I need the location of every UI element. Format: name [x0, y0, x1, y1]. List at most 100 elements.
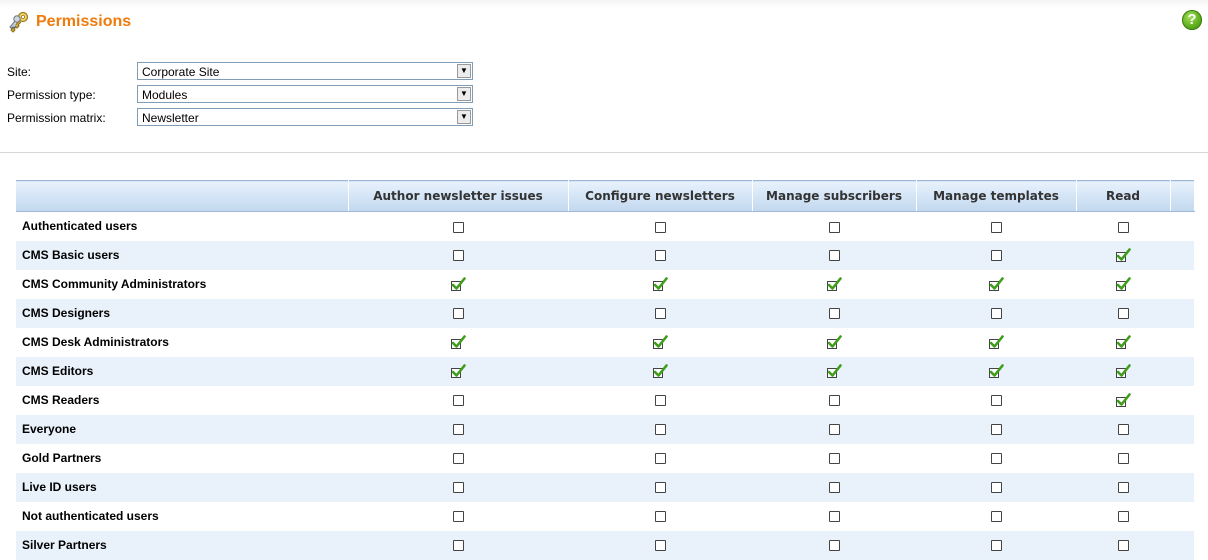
permission-cell: [752, 270, 916, 299]
unchecked-checkbox[interactable]: [1117, 424, 1129, 436]
checked-checkbox-icon[interactable]: [1115, 392, 1131, 408]
unchecked-checkbox[interactable]: [828, 540, 840, 552]
checked-checkbox-icon[interactable]: [652, 363, 668, 379]
permission-cell: [916, 444, 1076, 473]
role-name: CMS Editors: [16, 356, 348, 386]
unchecked-checkbox[interactable]: [990, 424, 1002, 436]
permission-cell: [1076, 328, 1170, 357]
unchecked-checkbox[interactable]: [828, 511, 840, 523]
checked-checkbox-icon[interactable]: [826, 334, 842, 350]
unchecked-checkbox[interactable]: [654, 424, 666, 436]
checked-checkbox-icon[interactable]: [1115, 334, 1131, 350]
help-icon[interactable]: ?: [1182, 10, 1202, 30]
checked-checkbox-icon[interactable]: [1115, 276, 1131, 292]
row-filler: [1170, 240, 1194, 270]
unchecked-checkbox[interactable]: [452, 221, 464, 233]
unchecked-checkbox[interactable]: [654, 482, 666, 494]
checked-checkbox-icon[interactable]: [1115, 363, 1131, 379]
column-header: Read: [1076, 180, 1171, 212]
row-filler: [1170, 212, 1194, 241]
unchecked-checkbox[interactable]: [990, 453, 1002, 465]
unchecked-checkbox[interactable]: [1117, 221, 1129, 233]
unchecked-checkbox[interactable]: [452, 395, 464, 407]
permission-matrix-label: Permission matrix:: [7, 111, 106, 125]
permission-matrix-select-value: Newsletter: [142, 111, 199, 125]
unchecked-checkbox[interactable]: [828, 221, 840, 233]
unchecked-checkbox[interactable]: [452, 540, 464, 552]
unchecked-checkbox[interactable]: [654, 250, 666, 262]
checked-checkbox-icon[interactable]: [1115, 247, 1131, 263]
unchecked-checkbox[interactable]: [828, 308, 840, 320]
dropdown-arrow-icon[interactable]: ▼: [457, 87, 471, 101]
unchecked-checkbox[interactable]: [1117, 308, 1129, 320]
permission-cell: [752, 328, 916, 357]
role-name: Authenticated users: [22, 219, 138, 234]
table-row: CMS Community Administrators: [16, 270, 1194, 299]
unchecked-checkbox[interactable]: [452, 453, 464, 465]
row-filler: [1170, 298, 1194, 328]
matrix-header-row: Author newsletter issues Configure newsl…: [16, 180, 1195, 212]
site-select[interactable]: Corporate Site ▼: [137, 62, 473, 80]
row-filler: [1170, 502, 1194, 531]
unchecked-checkbox[interactable]: [654, 221, 666, 233]
unchecked-checkbox[interactable]: [452, 250, 464, 262]
unchecked-checkbox[interactable]: [654, 540, 666, 552]
permission-cell: [752, 356, 916, 386]
unchecked-checkbox[interactable]: [654, 395, 666, 407]
permission-cell: [348, 356, 568, 386]
unchecked-checkbox[interactable]: [1117, 540, 1129, 552]
dropdown-arrow-icon[interactable]: ▼: [457, 110, 471, 124]
permission-cell: [916, 240, 1076, 270]
permission-cell: [752, 444, 916, 473]
row-filler: [1170, 444, 1194, 473]
checked-checkbox-icon[interactable]: [450, 334, 466, 350]
unchecked-checkbox[interactable]: [452, 308, 464, 320]
unchecked-checkbox[interactable]: [990, 395, 1002, 407]
unchecked-checkbox[interactable]: [828, 250, 840, 262]
permission-cell: [1076, 240, 1170, 270]
unchecked-checkbox[interactable]: [990, 221, 1002, 233]
checked-checkbox-icon[interactable]: [450, 363, 466, 379]
role-name: Silver Partners: [16, 530, 348, 560]
checked-checkbox-icon[interactable]: [988, 334, 1004, 350]
table-row: Gold Partners: [16, 444, 1194, 473]
checked-checkbox-icon[interactable]: [826, 276, 842, 292]
table-row: Authenticated users: [16, 212, 1194, 241]
checked-checkbox-icon[interactable]: [826, 363, 842, 379]
unchecked-checkbox[interactable]: [828, 482, 840, 494]
unchecked-checkbox[interactable]: [654, 308, 666, 320]
unchecked-checkbox[interactable]: [654, 453, 666, 465]
unchecked-checkbox[interactable]: [990, 540, 1002, 552]
unchecked-checkbox[interactable]: [990, 250, 1002, 262]
unchecked-checkbox[interactable]: [828, 424, 840, 436]
checked-checkbox-icon[interactable]: [988, 276, 1004, 292]
unchecked-checkbox[interactable]: [990, 511, 1002, 523]
unchecked-checkbox[interactable]: [452, 424, 464, 436]
row-filler: [1170, 270, 1194, 299]
permission-matrix-select[interactable]: Newsletter ▼: [137, 108, 473, 126]
checked-checkbox-icon[interactable]: [450, 276, 466, 292]
dropdown-arrow-icon[interactable]: ▼: [457, 64, 471, 78]
role-name: CMS Readers: [22, 393, 100, 407]
checked-checkbox-icon[interactable]: [652, 276, 668, 292]
keys-icon: [9, 11, 29, 33]
unchecked-checkbox[interactable]: [452, 511, 464, 523]
unchecked-checkbox[interactable]: [1117, 453, 1129, 465]
permission-cell: [568, 444, 752, 473]
unchecked-checkbox[interactable]: [1117, 482, 1129, 494]
permission-cell: [916, 502, 1076, 531]
permission-cell: [568, 356, 752, 386]
unchecked-checkbox[interactable]: [990, 482, 1002, 494]
permission-type-select[interactable]: Modules ▼: [137, 85, 473, 103]
permission-cell: [1076, 356, 1170, 386]
permission-cell: [752, 530, 916, 560]
unchecked-checkbox[interactable]: [990, 308, 1002, 320]
unchecked-checkbox[interactable]: [1117, 511, 1129, 523]
unchecked-checkbox[interactable]: [828, 453, 840, 465]
unchecked-checkbox[interactable]: [654, 511, 666, 523]
checked-checkbox-icon[interactable]: [988, 363, 1004, 379]
permission-cell: [752, 502, 916, 531]
unchecked-checkbox[interactable]: [828, 395, 840, 407]
unchecked-checkbox[interactable]: [452, 482, 464, 494]
checked-checkbox-icon[interactable]: [652, 334, 668, 350]
